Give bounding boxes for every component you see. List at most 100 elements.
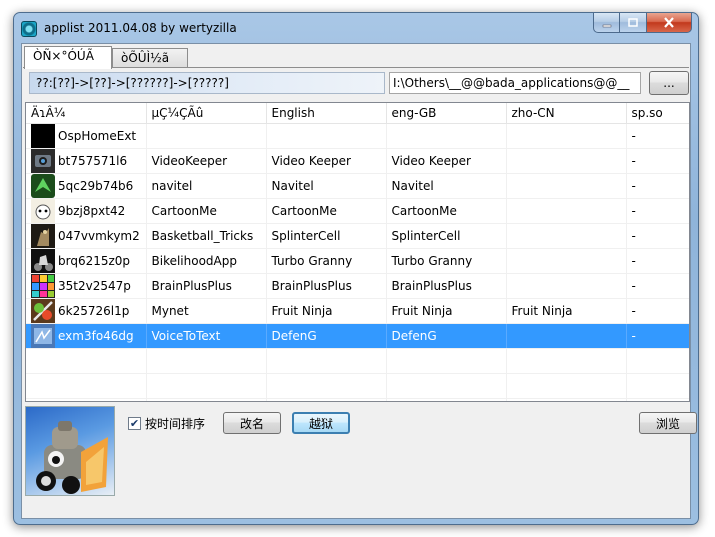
app-thumbnail-icon xyxy=(31,223,55,247)
column-header-eng-gb[interactable]: eng-GB xyxy=(386,103,507,124)
app-thumbnail-icon xyxy=(31,298,55,322)
cell-sp-so: - xyxy=(626,248,689,274)
cell-english: Video Keeper xyxy=(266,148,387,174)
tab-installed[interactable]: ÒÑ×°ÓÚÃ xyxy=(24,46,112,69)
cell-directory: OspHomeExt xyxy=(26,123,147,149)
title-bar[interactable]: applist 2011.04.08 by wertyzilla xyxy=(14,13,698,43)
empty-cell xyxy=(626,348,689,374)
empty-cell xyxy=(266,373,387,399)
close-button[interactable] xyxy=(647,13,692,33)
cell-eng-gb: BrainPlusPlus xyxy=(386,273,507,299)
cell-directory: bt757571l6 xyxy=(26,148,147,174)
cell-eng-gb: Fruit Ninja xyxy=(386,298,507,324)
browse-dots-button[interactable]: ... xyxy=(649,71,689,95)
cell-zho-cn: Fruit Ninja xyxy=(506,298,627,324)
table-header: ÄɿÂ¼ µÇ¼ÇÃû English eng-GB zho-CN sp.so xyxy=(26,103,689,124)
cell-eng-gb: DefenG xyxy=(386,323,507,349)
empty-cell xyxy=(506,348,627,374)
empty-cell xyxy=(386,348,507,374)
app-id-text: bt757571l6 xyxy=(58,153,128,168)
browse-button[interactable]: 浏览 xyxy=(639,412,697,434)
cell-zho-cn xyxy=(506,173,627,199)
maximize-icon xyxy=(628,17,638,27)
tab-panel: ??:[??]->[??]->[??????]->[?????] ... ÄɿÂ… xyxy=(23,67,697,517)
cell-sp-so: - xyxy=(626,273,689,299)
app-thumbnail-icon xyxy=(31,248,55,272)
cell-sp-so: - xyxy=(626,198,689,224)
empty-cell xyxy=(506,398,627,401)
cell-directory: 5qc29b74b6 xyxy=(26,173,147,199)
app-thumbnail-icon xyxy=(31,173,55,197)
cell-english xyxy=(266,123,387,149)
close-icon xyxy=(664,17,674,28)
empty-table-row xyxy=(26,373,689,399)
app-table[interactable]: ÄɿÂ¼ µÇ¼ÇÃû English eng-GB zho-CN sp.so … xyxy=(25,102,690,402)
column-header-name[interactable]: µÇ¼ÇÃû xyxy=(146,103,267,124)
table-row[interactable]: 9bzj8pxt42 CartoonMe CartoonMe CartoonMe - xyxy=(26,198,689,224)
minimize-icon xyxy=(602,24,611,27)
cell-eng-gb: Video Keeper xyxy=(386,148,507,174)
rename-button[interactable]: 改名 xyxy=(223,412,281,434)
table-row[interactable]: 047vvmkym2 Basketball_Tricks SplinterCell S… xyxy=(26,223,689,249)
app-thumbnail-icon xyxy=(31,273,55,297)
app-thumbnail-icon xyxy=(31,148,55,172)
cell-zho-cn xyxy=(506,148,627,174)
cell-english: SplinterCell xyxy=(266,223,387,249)
empty-cell xyxy=(626,373,689,399)
column-header-directory[interactable]: ÄɿÂ¼ xyxy=(26,103,147,124)
maximize-button[interactable] xyxy=(620,13,647,33)
app-id-text: 6k25726l1p xyxy=(58,303,130,318)
cell-eng-gb: Navitel xyxy=(386,173,507,199)
app-id-text: 047vvmkym2 xyxy=(58,228,140,243)
sort-by-time-label: 按时间排序 xyxy=(145,417,206,431)
empty-table-row xyxy=(26,398,689,401)
app-id-cell: exm3fo46dg xyxy=(31,323,141,347)
app-icon xyxy=(21,21,37,37)
app-id-cell: 047vvmkym2 xyxy=(31,223,141,247)
app-thumbnail-icon xyxy=(31,123,55,147)
app-id-cell: 5qc29b74b6 xyxy=(31,173,141,197)
cell-zho-cn xyxy=(506,273,627,299)
cell-zho-cn xyxy=(506,248,627,274)
empty-cell xyxy=(266,398,387,401)
tab-other[interactable]: òÕÛÌ½ã xyxy=(112,48,188,68)
cell-eng-gb xyxy=(386,123,507,149)
app-id-text: 9bzj8pxt42 xyxy=(58,203,126,218)
path-display: ??:[??]->[??]->[??????]->[?????] xyxy=(29,72,385,94)
cell-eng-gb: Turbo Granny xyxy=(386,248,507,274)
cell-sp-so: - xyxy=(626,173,689,199)
empty-table-row xyxy=(26,348,689,374)
cell-directory: brq6215z0p xyxy=(26,248,147,274)
column-header-zho-cn[interactable]: zho-CN xyxy=(506,103,627,124)
directory-input[interactable] xyxy=(389,72,641,94)
cell-name: BrainPlusPlus xyxy=(146,273,267,299)
column-header-english[interactable]: English xyxy=(266,103,387,124)
minimize-button[interactable] xyxy=(593,13,620,33)
cell-zho-cn xyxy=(506,123,627,149)
table-row[interactable]: OspHomeExt - xyxy=(26,123,689,149)
empty-cell xyxy=(146,373,267,399)
cell-name: Basketball_Tricks xyxy=(146,223,267,249)
cell-zho-cn xyxy=(506,223,627,249)
table-row[interactable]: exm3fo46dg VoiceToText DefenG DefenG - xyxy=(26,323,689,349)
empty-cell xyxy=(26,348,147,374)
app-id-cell: OspHomeExt xyxy=(31,123,141,147)
app-id-text: 5qc29b74b6 xyxy=(58,178,134,193)
empty-cell xyxy=(146,348,267,374)
table-row[interactable]: 5qc29b74b6 navitel Navitel Navitel - xyxy=(26,173,689,199)
app-thumbnail-icon xyxy=(31,198,55,222)
table-body: OspHomeExt - bt757571l6 VideoKeeper Video Ke… xyxy=(26,123,689,401)
table-row[interactable]: brq6215z0p BikelihoodApp Turbo Granny Turbo… xyxy=(26,248,689,274)
sort-by-time-checkbox[interactable]: ✔ xyxy=(128,417,141,430)
table-row[interactable]: 6k25726l1p Mynet Fruit Ninja Fruit Ninja Fru… xyxy=(26,298,689,324)
jailbreak-button[interactable]: 越狱 xyxy=(292,412,350,434)
empty-cell xyxy=(506,373,627,399)
empty-cell xyxy=(386,373,507,399)
sort-by-time-option[interactable]: ✔ 按时间排序 xyxy=(128,415,205,432)
app-id-text: 35t2v2547p xyxy=(58,278,131,293)
cell-name: Mynet xyxy=(146,298,267,324)
column-header-sp-so[interactable]: sp.so xyxy=(626,103,689,124)
table-row[interactable]: bt757571l6 VideoKeeper Video Keeper Video K… xyxy=(26,148,689,174)
table-row[interactable]: 35t2v2547p BrainPlusPlus BrainPlusPlus Brai… xyxy=(26,273,689,299)
cell-zho-cn xyxy=(506,323,627,349)
